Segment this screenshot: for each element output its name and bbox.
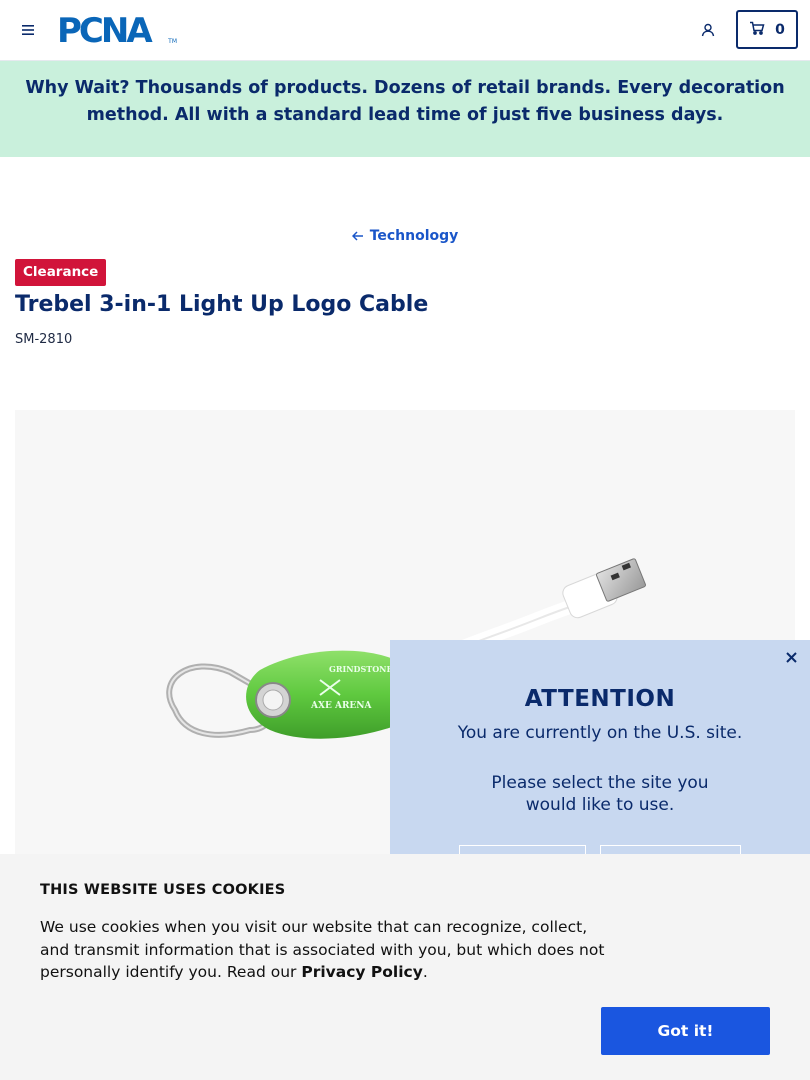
breadcrumb-label: Technology	[369, 228, 459, 244]
logo-text: PCNA	[57, 11, 153, 51]
arrow-left-icon	[351, 231, 363, 241]
close-icon[interactable]	[782, 648, 800, 666]
site-header: PCNA TM 0	[0, 0, 810, 61]
promo-banner: Why Wait? Thousands of products. Dozens …	[0, 61, 810, 157]
hamburger-menu-icon[interactable]	[18, 20, 38, 40]
site-selection-modal: ATTENTION You are currently on the U.S. …	[390, 640, 810, 885]
cookie-banner: THIS WEBSITE USES COOKIES We use cookies…	[0, 854, 810, 1080]
product-title: Trebel 3-in-1 Light Up Logo Cable	[15, 292, 429, 317]
cookie-message: We use cookies when you visit our websit…	[40, 916, 620, 984]
cookie-message-end: .	[422, 963, 428, 981]
pcna-logo[interactable]: PCNA TM	[57, 14, 177, 48]
promo-body: Thousands of products. Dozens of retail …	[86, 78, 785, 125]
got-it-button[interactable]: Got it!	[601, 1007, 770, 1055]
cart-count: 0	[775, 21, 785, 38]
clearance-badge: Clearance	[15, 259, 107, 286]
promo-text: Why Wait? Thousands of products. Dozens …	[10, 75, 800, 129]
account-icon[interactable]	[698, 20, 718, 40]
cart-button[interactable]: 0	[736, 10, 798, 49]
breadcrumb-back-link[interactable]: Technology	[351, 228, 459, 244]
logo-line-1: GRINDSTONE	[329, 664, 393, 674]
cookie-heading: THIS WEBSITE USES COOKIES	[40, 882, 286, 898]
privacy-policy-link[interactable]: Privacy Policy	[301, 963, 423, 981]
breadcrumb: Technology	[0, 226, 810, 245]
promo-lead: Why Wait?	[25, 78, 130, 98]
logo-line-2: AXE ARENA	[310, 701, 373, 711]
logo-trademark: TM	[168, 38, 177, 45]
attention-title: ATTENTION	[524, 686, 676, 712]
cart-icon	[749, 20, 765, 39]
product-sku: SM-2810	[15, 332, 73, 347]
attention-current-site: You are currently on the U.S. site.	[457, 723, 743, 743]
attention-instructions: Please select the site you would like to…	[491, 773, 709, 815]
